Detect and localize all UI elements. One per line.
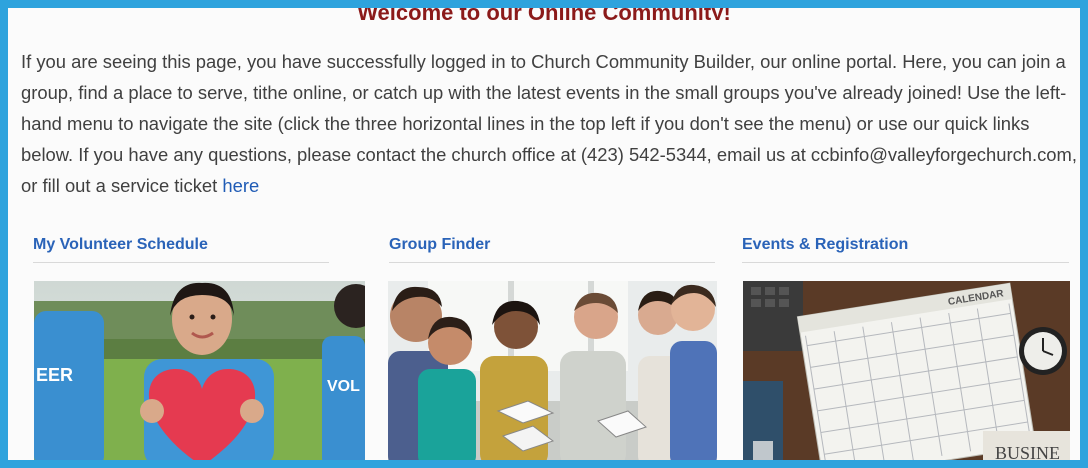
volunteer-schedule-link[interactable]: My Volunteer Schedule xyxy=(33,236,329,263)
service-ticket-link[interactable]: here xyxy=(222,175,259,196)
group-finder-image[interactable] xyxy=(388,281,717,460)
group-finder-link[interactable]: Group Finder xyxy=(389,236,715,263)
volunteer-schedule-image[interactable]: EER VOL xyxy=(34,281,365,460)
intro-text: If you are seeing this page, you have su… xyxy=(21,51,1077,196)
welcome-heading: Welcome to our Online Community! xyxy=(357,0,731,20)
shirt-text-left: EER xyxy=(36,365,73,385)
shirt-text-right: VOL xyxy=(327,378,360,395)
content-frame: Welcome to our Online Community! If you … xyxy=(0,0,1088,468)
newspaper-text: BUSINE xyxy=(995,443,1060,463)
events-registration-link[interactable]: Events & Registration xyxy=(742,236,1069,263)
intro-paragraph: If you are seeing this page, you have su… xyxy=(21,46,1080,201)
events-registration-image[interactable]: CALENDAR BUSINE xyxy=(743,281,1070,463)
